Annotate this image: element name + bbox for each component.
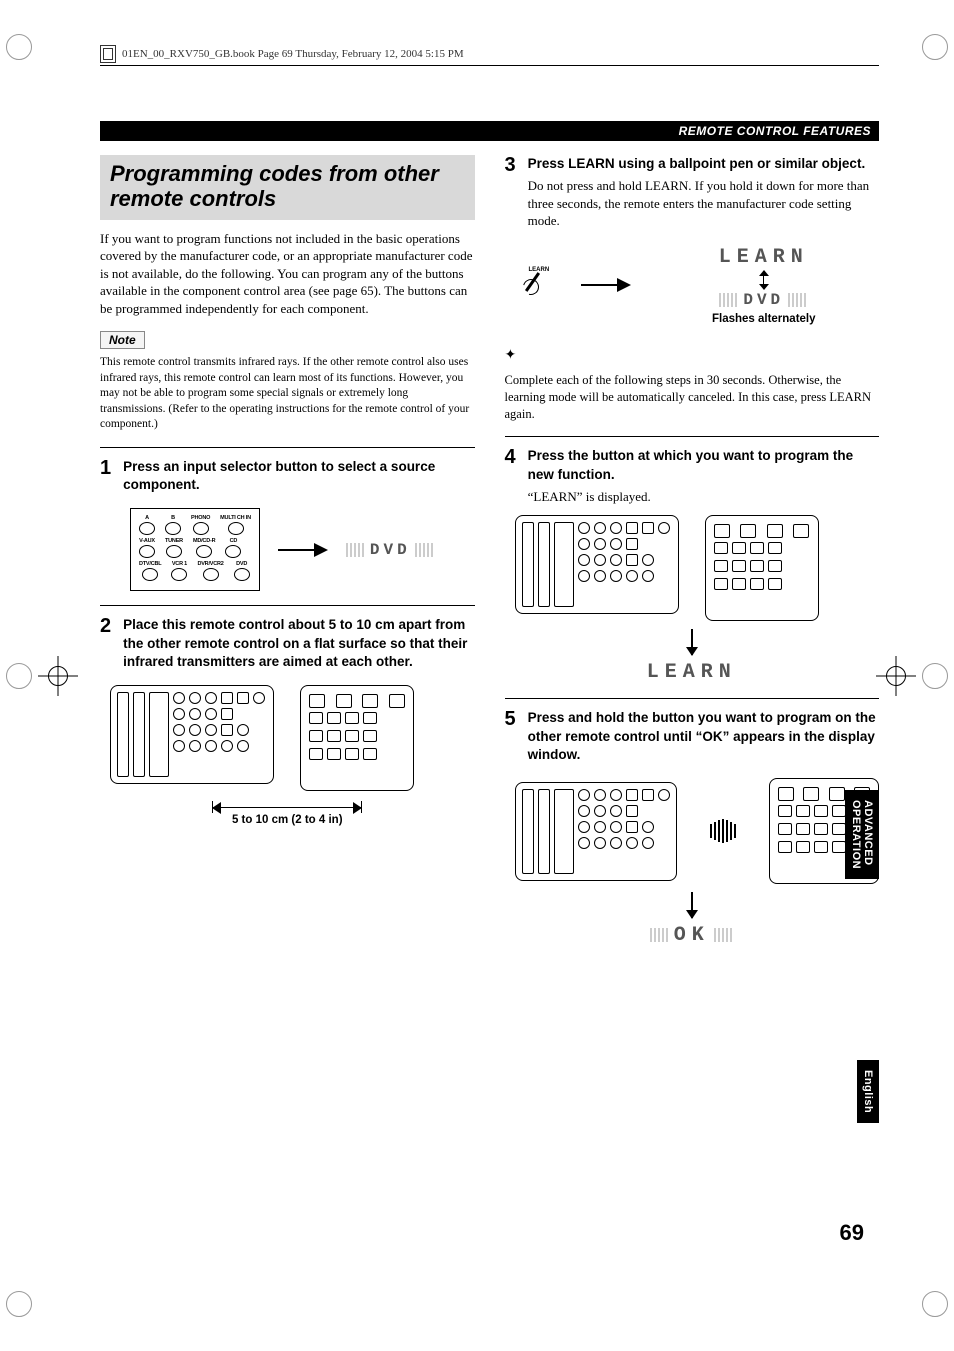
remote-this bbox=[515, 515, 679, 614]
display-readout: OK bbox=[646, 924, 738, 947]
step-lead: Press LEARN using a ballpoint pen or sim… bbox=[528, 155, 879, 173]
section-title: Programming codes from other remote cont… bbox=[110, 161, 465, 212]
step-5-figure bbox=[515, 778, 880, 884]
display-flash-figure: LEARN DVD Flashes alternately bbox=[664, 244, 864, 325]
print-crosshair bbox=[38, 656, 78, 696]
step-3: 3 Press LEARN using a ballpoint pen or s… bbox=[505, 155, 880, 230]
header-filename: 01EN_00_RXV750_GB.book Page 69 Thursday,… bbox=[122, 48, 464, 60]
dimension-label: 5 to 10 cm (2 to 4 in) bbox=[100, 814, 475, 826]
display-readout: LEARN bbox=[647, 661, 737, 684]
selector-label: PHONO bbox=[191, 515, 210, 521]
hint-icon bbox=[505, 349, 519, 363]
hint-text: Complete each of the following steps in … bbox=[505, 372, 880, 423]
section-title-box: Programming codes from other remote cont… bbox=[100, 155, 475, 220]
side-tab-language: English bbox=[857, 1060, 879, 1123]
selector-label: DTV/CBL bbox=[139, 561, 161, 567]
selector-label: V-AUX bbox=[139, 538, 155, 544]
remote-other bbox=[705, 515, 819, 621]
manual-page: 01EN_00_RXV750_GB.book Page 69 Thursday,… bbox=[0, 0, 954, 1351]
two-column-layout: Programming codes from other remote cont… bbox=[100, 155, 879, 951]
right-column: 3 Press LEARN using a ballpoint pen or s… bbox=[505, 155, 880, 951]
step-2: 2 Place this remote control about 5 to 1… bbox=[100, 616, 475, 675]
input-selector-diagram: A B PHONO MULTI CH IN V-AUX TUNER MD/CD-… bbox=[130, 508, 260, 591]
double-arrow-icon bbox=[763, 271, 764, 289]
step-follow: Do not press and hold LEARN. If you hold… bbox=[528, 177, 879, 230]
divider bbox=[505, 436, 880, 437]
print-reg-mark bbox=[6, 1291, 32, 1317]
display-readout: DVD bbox=[342, 541, 439, 559]
divider bbox=[100, 605, 475, 606]
selector-label: DVR/VCR2 bbox=[197, 561, 223, 567]
selector-label: CD bbox=[225, 538, 241, 544]
section-header-bar: REMOTE CONTROL FEATURES bbox=[100, 121, 879, 141]
learn-pen-figure: LEARN LEARN DVD Flashes alternately bbox=[523, 240, 880, 331]
selector-label: DVD bbox=[234, 561, 250, 567]
step-lead: Press the button at which you want to pr… bbox=[528, 447, 879, 483]
display-readout: DVD bbox=[664, 291, 864, 309]
learn-pen-icon: LEARN bbox=[523, 271, 563, 299]
note-label: Note bbox=[100, 331, 145, 349]
step-lead: Press and hold the button you want to pr… bbox=[528, 709, 879, 764]
down-arrow-icon bbox=[691, 892, 693, 918]
step-number: 5 bbox=[505, 709, 516, 768]
remote-this bbox=[110, 685, 274, 784]
book-icon bbox=[100, 45, 116, 63]
print-crosshair bbox=[876, 656, 916, 696]
step-number: 3 bbox=[505, 155, 516, 230]
step-lead: Place this remote control about 5 to 10 … bbox=[123, 616, 474, 671]
two-remotes-figure bbox=[110, 685, 475, 791]
step-4-figure bbox=[515, 515, 880, 621]
side-tab-line: OPERATION bbox=[850, 800, 862, 869]
print-reg-mark bbox=[922, 1291, 948, 1317]
selector-label: MD/CD-R bbox=[193, 538, 215, 544]
pdf-header-line: 01EN_00_RXV750_GB.book Page 69 Thursday,… bbox=[100, 45, 879, 66]
display-readout: LEARN bbox=[664, 246, 864, 269]
step-4: 4 Press the button at which you want to … bbox=[505, 447, 880, 505]
print-reg-mark bbox=[922, 663, 948, 689]
intro-paragraph: If you want to program functions not inc… bbox=[100, 230, 475, 318]
step-number: 4 bbox=[505, 447, 516, 505]
step-lead: Press an input selector button to select… bbox=[123, 458, 474, 494]
ir-beam-icon bbox=[709, 819, 737, 843]
selector-label: A bbox=[139, 515, 155, 521]
remote-this bbox=[515, 782, 677, 881]
step-number: 2 bbox=[100, 616, 111, 675]
left-column: Programming codes from other remote cont… bbox=[100, 155, 475, 951]
step-1-figure: A B PHONO MULTI CH IN V-AUX TUNER MD/CD-… bbox=[130, 508, 475, 591]
arrow-right-icon bbox=[278, 543, 328, 557]
selector-label: VCR 1 bbox=[171, 561, 187, 567]
selector-label: MULTI CH IN bbox=[220, 515, 251, 521]
step-1: 1 Press an input selector button to sele… bbox=[100, 458, 475, 498]
dimension-arrow bbox=[212, 807, 362, 808]
selector-label: TUNER bbox=[165, 538, 183, 544]
print-reg-mark bbox=[6, 34, 32, 60]
arrow-right-icon bbox=[581, 278, 631, 292]
print-reg-mark bbox=[922, 34, 948, 60]
down-arrow-icon bbox=[691, 629, 693, 655]
divider bbox=[100, 447, 475, 448]
step-follow: “LEARN” is displayed. bbox=[528, 488, 879, 506]
figure-caption: Flashes alternately bbox=[664, 313, 864, 325]
selector-label: B bbox=[165, 515, 181, 521]
print-reg-mark bbox=[6, 663, 32, 689]
note-text: This remote control transmits infrared r… bbox=[100, 355, 475, 433]
remote-other bbox=[300, 685, 414, 791]
step-5: 5 Press and hold the button you want to … bbox=[505, 709, 880, 768]
side-tab-line: ADVANCED bbox=[862, 800, 874, 869]
divider bbox=[505, 698, 880, 699]
hint-block: Complete each of the following steps in … bbox=[505, 349, 880, 423]
step-number: 1 bbox=[100, 458, 111, 498]
side-tab-section: ADVANCED OPERATION bbox=[845, 790, 879, 879]
page-number: 69 bbox=[840, 1220, 864, 1246]
